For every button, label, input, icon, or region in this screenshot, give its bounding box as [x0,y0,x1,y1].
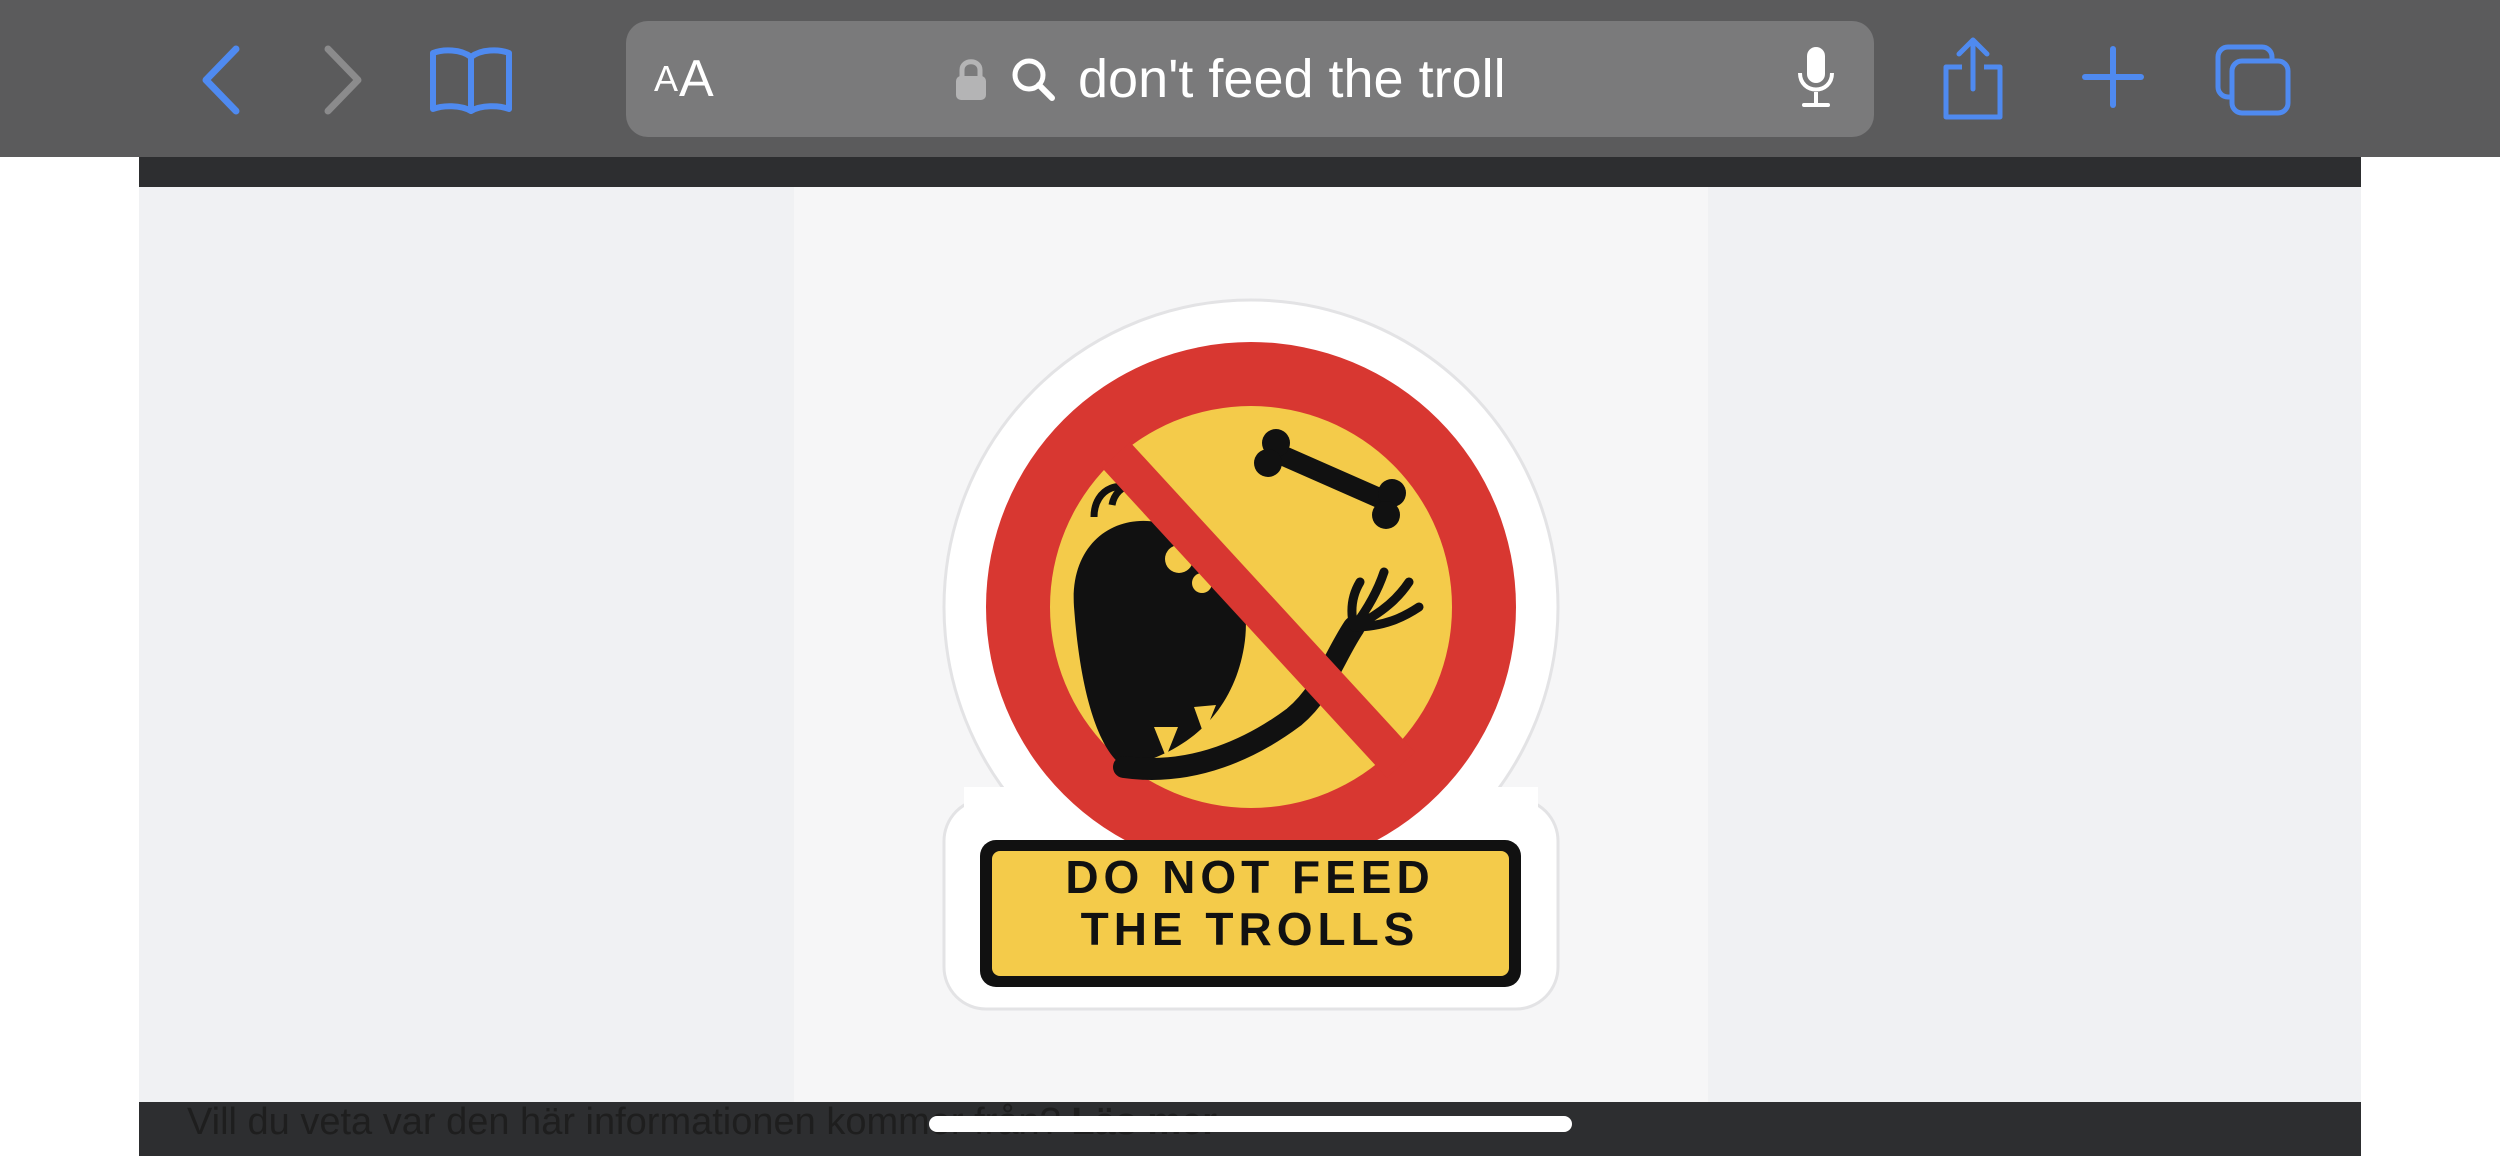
image-viewer-header [139,157,2361,187]
do-not-feed-trolls-sign: DO NOT FEED THE TROLLS [942,298,1560,1011]
home-indicator[interactable] [929,1116,1572,1132]
browser-toolbar: AA don't feed the troll [0,0,2500,157]
share-icon [1943,37,2003,120]
magnifier-icon [1012,58,1055,101]
reader-options-button[interactable]: AA [654,21,714,137]
sign-text-line2: THE TROLLS [1081,903,1420,955]
sign-text-line1: DO NOT FEED [1065,851,1434,903]
address-text: don't feed the troll [1078,49,1506,109]
tabs-icon [2215,44,2291,116]
chevron-right-icon [324,45,362,115]
reader-label-large: A [679,50,714,108]
book-icon [430,47,512,114]
share-button[interactable] [1938,36,2008,122]
image-preview[interactable]: DO NOT FEED THE TROLLS [794,187,1708,1102]
address-bar[interactable]: AA don't feed the troll [626,21,1874,137]
voice-search-button[interactable] [1796,45,1836,116]
chevron-left-icon [202,45,240,115]
page-margin-right [2361,157,2500,1156]
url-field[interactable]: don't feed the troll [954,21,1506,137]
plus-icon [2082,46,2144,108]
lock-icon [956,59,986,100]
page-margin-left [0,157,139,1156]
bookmarks-button[interactable] [428,42,514,118]
reader-label-small: A [654,58,678,99]
new-tab-button[interactable] [2082,44,2144,110]
forward-button[interactable] [318,40,368,120]
back-button[interactable] [196,40,246,120]
tabs-overview-button[interactable] [2214,42,2292,118]
microphone-icon [1798,47,1834,107]
